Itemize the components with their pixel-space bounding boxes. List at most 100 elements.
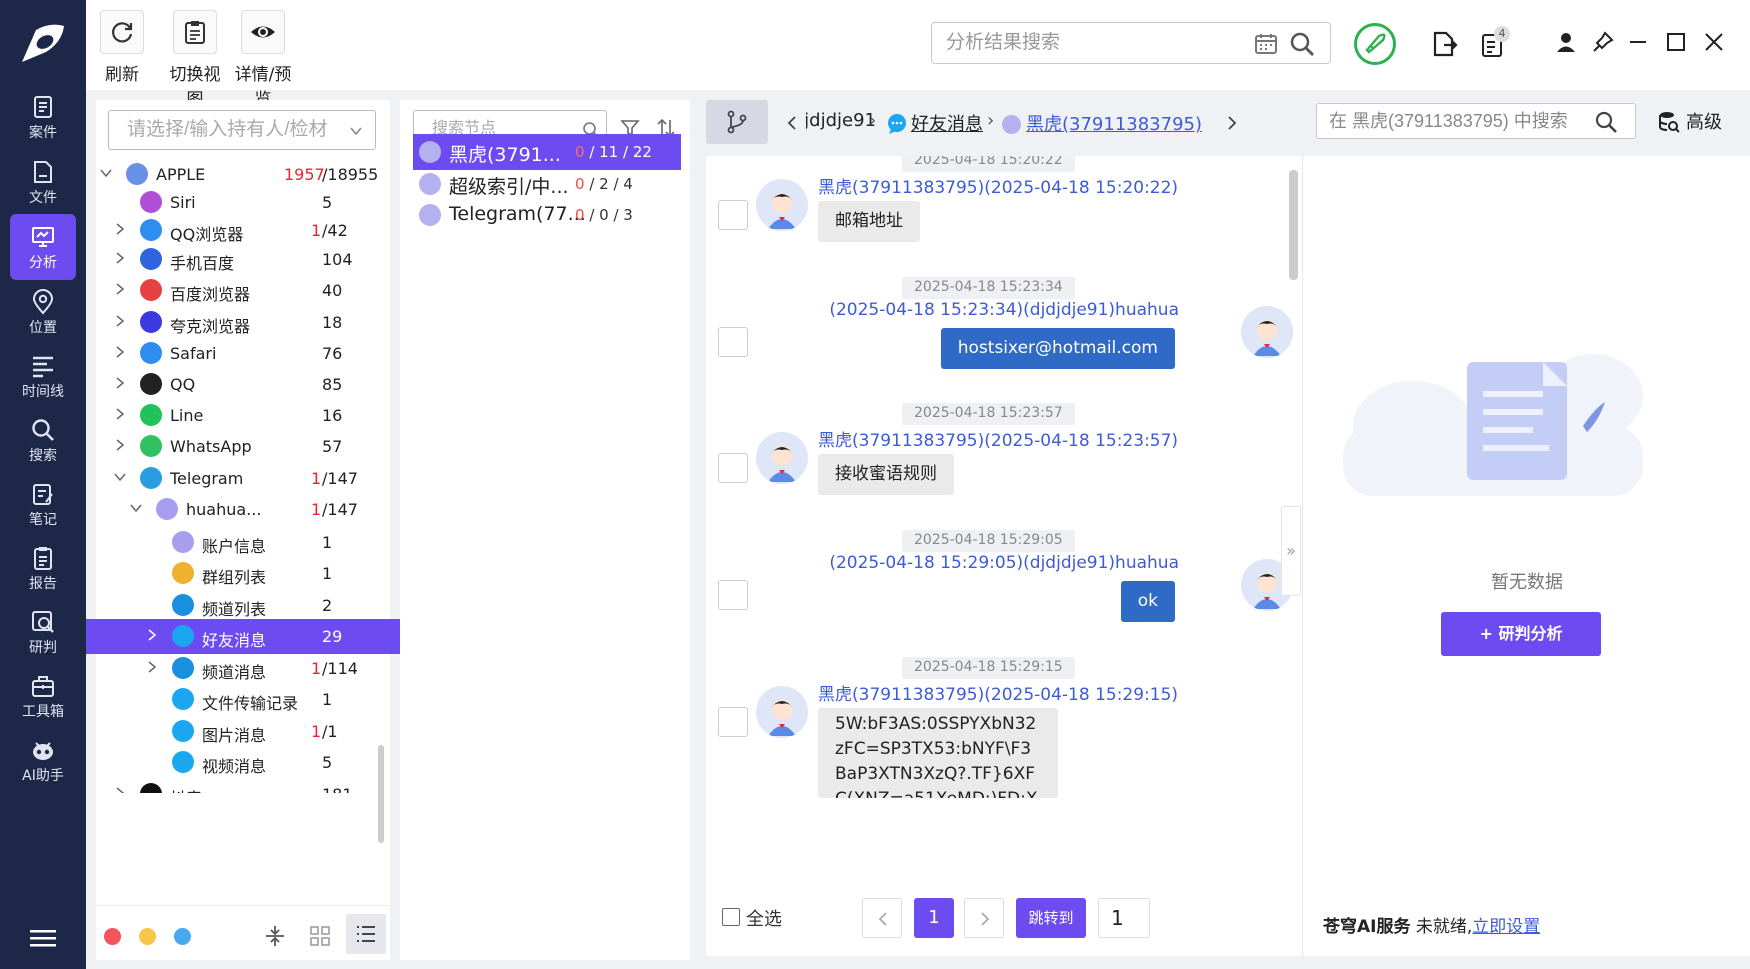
page-1-button[interactable]: 1 [914, 898, 954, 938]
nav-item-analysis[interactable]: 分析 [10, 214, 76, 280]
nav-item-search[interactable]: 搜索 [10, 407, 76, 473]
tree-item[interactable]: 百度浏览器 40 [96, 273, 376, 308]
calendar-icon[interactable] [1254, 32, 1278, 56]
ai-setup-link[interactable]: 立即设置 [1472, 917, 1540, 937]
nav-label: 文件 [29, 190, 57, 206]
tree-item[interactable]: Telegram 1/147 [96, 461, 376, 496]
breadcrumb-friend-messages[interactable]: 好友消息 [911, 110, 983, 136]
nav-item-toolbox[interactable]: 工具箱 [10, 663, 76, 729]
tree-item[interactable]: 夸克浏览器 18 [96, 305, 376, 340]
chevron-down-icon[interactable] [100, 167, 112, 179]
tree-item[interactable]: 账户信息 1 [96, 525, 376, 560]
search-icon[interactable] [1594, 110, 1618, 134]
chevron-down-icon[interactable] [130, 502, 142, 514]
node-item[interactable]: 黑虎(3791... 0 / 11 / 22 [413, 134, 681, 170]
tree-item[interactable]: WhatsApp 57 [96, 429, 376, 464]
holder-select[interactable] [108, 110, 376, 150]
chevron-right-icon[interactable] [1226, 115, 1238, 131]
chat-search-input[interactable] [1329, 104, 1569, 138]
chevron-down-icon[interactable] [114, 471, 126, 483]
grid-view-icon[interactable] [310, 926, 330, 946]
analyze-button[interactable]: + 研判分析 [1441, 612, 1601, 656]
blue-dot-icon[interactable] [174, 928, 191, 945]
branch-view-button[interactable] [706, 100, 768, 144]
search-icon[interactable] [1289, 31, 1315, 57]
chevron-right-icon[interactable] [114, 408, 126, 420]
select-all-checkbox[interactable] [722, 908, 740, 926]
tree-item[interactable]: Safari 76 [96, 336, 376, 371]
yellow-dot-icon[interactable] [139, 928, 156, 945]
maximize-icon[interactable] [1664, 30, 1688, 54]
list-view-button[interactable] [346, 914, 386, 954]
tree-item[interactable]: 好友消息 29 [86, 619, 432, 654]
message-checkbox[interactable] [718, 200, 748, 230]
refresh-button[interactable]: 刷新 [100, 10, 144, 85]
message-checkbox[interactable] [718, 707, 748, 737]
message-checkbox[interactable] [718, 453, 748, 483]
chevron-right-icon[interactable] [114, 223, 126, 235]
chevron-right-icon[interactable] [146, 629, 158, 641]
tree-item[interactable]: 群组列表 1 [96, 556, 376, 591]
nav-item-notes[interactable]: 笔记 [10, 471, 76, 537]
tree-item[interactable]: 图片消息 1/1 [96, 714, 376, 749]
chat-scrollbar[interactable] [1289, 170, 1298, 280]
tree-item[interactable]: 手机百度 104 [96, 242, 376, 277]
chevron-right-icon[interactable] [114, 439, 126, 451]
nav-item-ai-assistant[interactable]: AI助手 [10, 727, 76, 793]
tree-item[interactable]: 视频消息 5 [96, 745, 376, 780]
red-dot-icon[interactable] [104, 928, 121, 945]
chevron-right-icon[interactable] [114, 346, 126, 358]
tree-item[interactable]: 频道列表 2 [96, 588, 376, 623]
breadcrumb-account[interactable]: ljdjdje91) [806, 110, 876, 131]
pin-icon[interactable] [1591, 30, 1615, 54]
tree-item[interactable]: QQ 85 [96, 367, 376, 402]
chevron-right-icon[interactable] [114, 283, 126, 295]
message-bubble[interactable]: hostsixer@hotmail.com [940, 328, 1175, 369]
nav-item-timeline[interactable]: 时间线 [10, 343, 76, 409]
minimize-icon[interactable] [1626, 30, 1650, 54]
tree-item[interactable]: 频道消息 1/114 [96, 651, 376, 686]
jump-page-input[interactable]: 1 [1098, 898, 1150, 938]
tree-item[interactable]: Line 16 [96, 398, 376, 433]
nav-item-case[interactable]: 案件 [10, 84, 76, 150]
message-checkbox[interactable] [718, 327, 748, 357]
nav-item-research[interactable]: 研判 [10, 599, 76, 665]
chevron-left-icon[interactable] [786, 115, 798, 131]
tree-item[interactable]: huahua... 1/147 [96, 492, 376, 527]
chevron-right-icon[interactable] [114, 377, 126, 389]
node-label: 超级索引/中... [449, 176, 569, 198]
analysis-search-input[interactable] [946, 23, 1246, 63]
close-icon[interactable] [1702, 30, 1726, 54]
chevron-right-icon[interactable] [114, 787, 126, 793]
chevron-right-icon[interactable] [146, 661, 158, 673]
collapse-all-icon[interactable] [264, 924, 286, 948]
nav-item-location[interactable]: 位置 [10, 279, 76, 345]
node-item[interactable]: Telegram(77... 0 / 0 / 3 [413, 197, 681, 233]
tree-scrollbar[interactable] [378, 745, 384, 843]
nav-item-report[interactable]: 报告 [10, 535, 76, 601]
advanced-search-button[interactable]: 高级 [1658, 108, 1748, 138]
message-bubble[interactable]: ok [1120, 581, 1175, 622]
prev-page-button[interactable] [862, 898, 902, 938]
message-checkbox[interactable] [718, 580, 748, 610]
message-bubble[interactable]: 邮箱地址 [818, 201, 920, 242]
chevron-right-icon[interactable] [114, 315, 126, 327]
douyin-icon [140, 783, 162, 793]
message-bubble[interactable]: 5W:bF3AS:0SSPYXbN32zFC=SP3TX53:bNYF\F3Ba… [818, 708, 1058, 798]
holder-select-input[interactable] [127, 111, 347, 149]
breadcrumb-contact[interactable]: 黑虎(37911383795) [1026, 110, 1202, 136]
next-page-button[interactable] [964, 898, 1004, 938]
export-file-icon[interactable] [1430, 30, 1458, 58]
menu-icon[interactable] [30, 928, 56, 948]
user-icon[interactable] [1554, 30, 1578, 54]
message-bubble[interactable]: 接收蜜语规则 [818, 454, 954, 495]
nav-item-file[interactable]: 文件 [10, 149, 76, 215]
switch-view-button[interactable]: 切换视图 [162, 10, 228, 110]
chevron-right-icon[interactable] [114, 252, 126, 264]
tree-item[interactable]: 文件传输记录 1 [96, 682, 376, 717]
jump-to-button[interactable]: 跳转到 [1016, 898, 1086, 938]
status-indicator-button[interactable] [1354, 23, 1396, 65]
detail-preview-button[interactable]: 详情/预览 [228, 10, 298, 110]
collapse-panel-button[interactable]: » [1281, 506, 1301, 596]
tree-item[interactable]: 抖音 181 [96, 777, 376, 793]
